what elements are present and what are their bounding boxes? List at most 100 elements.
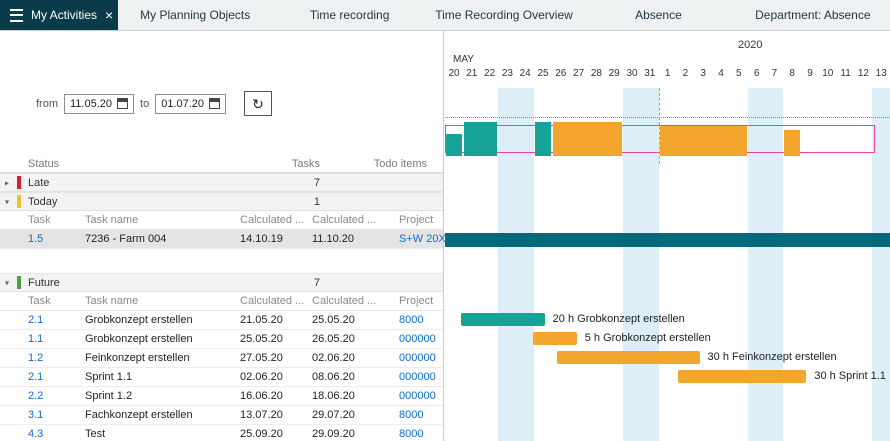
day-label: 12 [854,68,872,79]
task-row[interactable]: 2.1Grobkonzept erstellen21.05.2025.05.20… [0,311,443,330]
status-column-header: Status [0,158,238,170]
day-label: 24 [516,68,534,79]
selected-task-gantt-bar[interactable] [445,233,890,247]
active-tab-label: My Activities [31,8,97,22]
capacity-block-orange [784,130,800,156]
group-row-today[interactable]: ▾Today1 [0,192,443,211]
day-label: 9 [801,68,819,79]
task-bar-5-h-grobkonzept-erstellen[interactable] [533,332,577,345]
group-row-future[interactable]: ▾Future7 [0,273,443,292]
group-task-count: 1 [238,196,328,208]
to-date-input[interactable]: 01.07.20 [155,94,226,114]
task-name-cell: Grobkonzept erstellen [80,314,235,326]
calculated-date-2-cell: 29.07.20 [307,409,379,421]
task-row[interactable]: 1.1Grobkonzept erstellen25.05.2026.05.20… [0,330,443,349]
date-filter-bar: from 11.05.20 to 01.07.20 ↻ [36,91,272,116]
from-date-input[interactable]: 11.05.20 [64,94,134,114]
task-list-panel: from 11.05.20 to 01.07.20 ↻ StatusTasksT… [0,31,444,441]
col-header-task: Task [0,295,80,307]
task-bar-30-h-feinkonzept-erstellen[interactable] [557,351,699,364]
tab-my-planning-objects[interactable]: My Planning Objects [118,0,272,30]
day-label: 23 [498,68,516,79]
calculated-date-2-cell: 11.10.20 [307,233,379,245]
group-label: Future [0,277,238,289]
day-header-row: 2021222324252627282930311234567891011121… [445,68,890,85]
task-row[interactable]: 4.3Test25.09.2029.09.208000 [0,425,443,441]
project-link[interactable]: 8000 [379,409,443,421]
task-name-cell: Fachkonzept erstellen [80,409,235,421]
task-name-cell: 7236 - Farm 004 [80,233,235,245]
day-label: 28 [587,68,605,79]
task-number-link[interactable]: 2.1 [0,314,80,326]
day-label: 31 [641,68,659,79]
task-number-link[interactable]: 2.2 [0,390,80,402]
calculated-date-2-cell: 18.06.20 [307,390,379,402]
task-number-link[interactable]: 3.1 [0,409,80,421]
calendar-icon[interactable] [117,98,128,109]
task-row[interactable]: 3.1Fachkonzept erstellen13.07.2029.07.20… [0,406,443,425]
day-label: 22 [481,68,499,79]
tab-time-recording-overview[interactable]: Time Recording Overview [427,0,581,30]
refresh-button[interactable]: ↻ [244,91,272,116]
chevron-down-icon[interactable]: ▾ [5,197,9,206]
project-link[interactable]: 8000 [379,428,443,440]
project-link[interactable]: 000000 [379,390,443,402]
group-row-late[interactable]: ▸Late7 [0,173,443,192]
task-bar-30-h-sprint-1-1[interactable] [678,370,806,383]
capacity-block-teal [535,122,551,156]
task-row[interactable]: 1.57236 - Farm 00414.10.1911.10.20S+W 20… [0,230,443,249]
task-number-link[interactable]: 4.3 [0,428,80,440]
task-name-cell: Sprint 1.1 [80,371,235,383]
task-number-link[interactable]: 2.1 [0,371,80,383]
chevron-right-icon[interactable]: ▸ [5,178,9,187]
task-bar-label: 30 h Feinkonzept erstellen [708,351,837,364]
project-link[interactable]: 000000 [379,333,443,345]
task-number-link[interactable]: 1.5 [0,233,80,245]
task-name-cell: Grobkonzept erstellen [80,333,235,345]
month-boundary-line [659,88,660,164]
tab-bar: My Activities × My Planning ObjectsTime … [0,0,890,31]
chevron-down-icon[interactable]: ▾ [5,278,9,287]
col-header-calculated-2: Calculated ... 2▲ [307,295,379,307]
column-header-row: TaskTask nameCalculated ... 1▲Calculated… [0,292,443,311]
calendar-icon[interactable] [209,98,220,109]
project-link[interactable]: S+W 20X [379,233,446,245]
group-label: Today [0,196,238,208]
task-row[interactable]: 2.1Sprint 1.102.06.2008.06.20000000 [0,368,443,387]
group-label: Late [0,177,238,189]
status-color-bar [17,195,21,208]
tab-absence[interactable]: Absence [581,0,735,30]
day-label: 8 [783,68,801,79]
status-color-bar [17,176,21,189]
gantt-chart-area: 20 h Grobkonzept erstellen5 h Grobkonzep… [445,88,890,441]
menu-icon[interactable] [10,9,23,22]
gantt-panel: 2020 MAY 2021222324252627282930311234567… [445,31,890,441]
month-label: MAY [453,54,474,65]
project-link[interactable]: 8000 [379,314,443,326]
task-row[interactable]: 1.2Feinkonzept erstellen27.05.2002.06.20… [0,349,443,368]
task-name-cell: Sprint 1.2 [80,390,235,402]
calculated-date-1-cell: 25.05.20 [235,333,307,345]
calculated-date-1-cell: 21.05.20 [235,314,307,326]
project-link[interactable]: 000000 [379,352,443,364]
close-tab-icon[interactable]: × [105,8,113,22]
project-link[interactable]: 000000 [379,371,443,383]
tab-my-activities[interactable]: My Activities × [0,0,118,30]
day-label: 11 [837,68,855,79]
task-row[interactable]: 2.2Sprint 1.216.06.2018.06.20000000 [0,387,443,406]
refresh-icon: ↻ [252,97,264,111]
from-label: from [36,98,58,110]
capacity-block-orange [660,126,747,156]
task-number-link[interactable]: 1.2 [0,352,80,364]
task-bar-label: 30 h Sprint 1.1 [814,370,886,383]
task-bar-20-h-grobkonzept-erstellen[interactable] [461,313,545,326]
day-label: 27 [570,68,588,79]
calculated-date-1-cell: 13.07.20 [235,409,307,421]
task-name-cell: Feinkonzept erstellen [80,352,235,364]
col-header-project: Project [379,214,443,226]
group-task-count: 7 [238,177,328,189]
task-number-link[interactable]: 1.1 [0,333,80,345]
tab-time-recording[interactable]: Time recording [272,0,426,30]
tab-department-absence[interactable]: Department: Absence [736,0,890,30]
col-header-calculated-1: Calculated ... 1▲ [235,214,307,226]
